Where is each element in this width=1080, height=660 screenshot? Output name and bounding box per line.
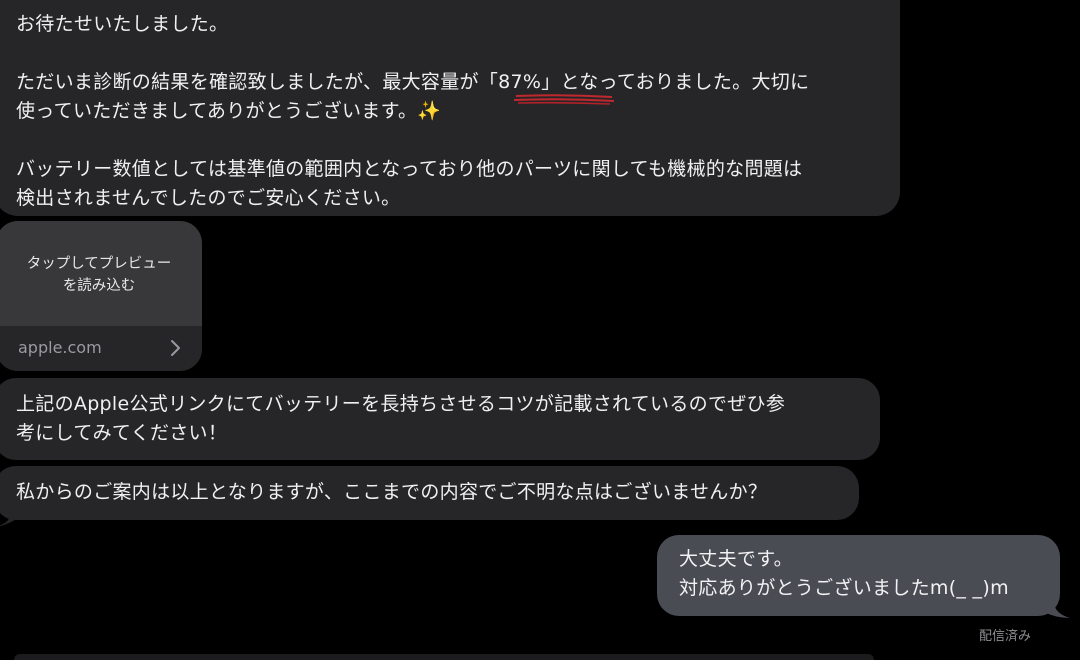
message-text-line: ただいま診断の結果を確認致しましたが、最大容量が「87%」となっておりました。大… [16,71,810,93]
message-text-line: バッテリー数値としては基準値の範囲内となっており他のパーツに関しても機械的な問題… [16,158,803,180]
link-preview-card[interactable]: タップしてプレビュー を読み込む apple.com [0,221,202,371]
outgoing-message-reply[interactable]: 大丈夫です。 対応ありがとうございましたm(_ _)m [657,535,1060,616]
message-text-line: 考にしてみてください！ [16,422,228,444]
message-text-line: お待たせいたしました。 [16,13,229,35]
message-text-line: 使っていただきましてありがとうございます。✨ [16,100,442,122]
next-message-edge [0,651,1080,660]
message-text-line: 私からのご案内は以上となりますが、ここまでの内容でご不明な点はございませんか？ [16,481,768,503]
message-text-line: 対応ありがとうございましたm(_ _)m [679,577,1009,599]
red-underline-annotation [514,94,614,105]
message-text-line: 大丈夫です。 [679,548,793,570]
chevron-right-icon [171,340,180,356]
message-text-line: 上記のApple公式リンクにてバッテリーを長持ちさせるコツが記載されているのでぜ… [16,393,786,415]
link-domain: apple.com [18,338,102,357]
incoming-message-closing[interactable]: 私からのご案内は以上となりますが、ここまでの内容でご不明な点はございませんか？ [0,466,859,520]
bubble-tail-left [0,504,22,527]
preview-hint-line: タップしてプレビュー [26,256,172,272]
link-preview-placeholder[interactable]: タップしてプレビュー を読み込む [0,221,202,326]
incoming-message-link-info[interactable]: 上記のApple公式リンクにてバッテリーを長持ちさせるコツが記載されているのでぜ… [0,378,880,460]
bubble-tail-right [1044,596,1070,618]
next-bubble-top [14,654,874,660]
incoming-message-diagnosis[interactable]: お待たせいたしました。 ただいま診断の結果を確認致しましたが、最大容量が「87%… [0,0,900,216]
preview-hint-line: を読み込む [62,278,136,294]
delivered-status: 配信済み [978,629,1031,644]
link-preview-footer[interactable]: apple.com [0,326,202,371]
message-text-line: 検出されませんでしたのでご安心ください。 [16,187,401,209]
